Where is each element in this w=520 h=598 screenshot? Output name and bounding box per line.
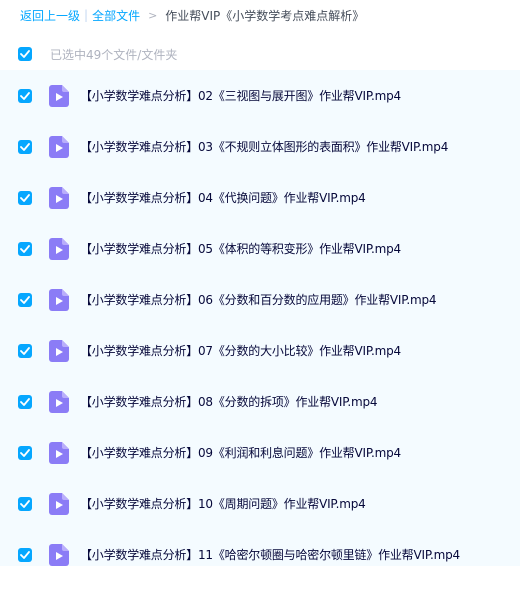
selection-summary: 已选中49个文件/文件夹 [50, 47, 178, 62]
file-name: 【小学数学难点分析】02《三视图与展开图》作业帮VIP.mp4 [80, 89, 401, 103]
file-name: 【小学数学难点分析】03《不规则立体图形的表面积》作业帮VIP.mp4 [80, 140, 449, 154]
video-file-icon [49, 390, 69, 413]
file-list: 【小学数学难点分析】02《三视图与展开图》作业帮VIP.mp4 【小学数学难点分… [0, 70, 520, 566]
file-name: 【小学数学难点分析】09《利润和利息问题》作业帮VIP.mp4 [80, 446, 401, 460]
file-name: 【小学数学难点分析】05《体积的等积变形》作业帮VIP.mp4 [80, 242, 401, 256]
file-checkbox[interactable] [18, 241, 32, 256]
file-name: 【小学数学难点分析】04《代换问题》作业帮VIP.mp4 [80, 191, 366, 205]
video-file-icon [49, 135, 69, 158]
page-bottom-space [0, 566, 520, 598]
file-checkbox[interactable] [18, 547, 32, 562]
file-name: 【小学数学难点分析】06《分数和百分数的应用题》作业帮VIP.mp4 [80, 293, 437, 307]
checkmark-icon [20, 91, 30, 100]
file-checkbox[interactable] [18, 292, 32, 307]
file-checkbox[interactable] [18, 496, 32, 511]
checkmark-icon [20, 550, 30, 559]
select-all-checkbox[interactable] [18, 47, 32, 61]
checkmark-icon [20, 448, 30, 457]
file-row[interactable]: 【小学数学难点分析】07《分数的大小比较》作业帮VIP.mp4 [0, 325, 520, 376]
breadcrumb: 返回上一级 | 全部文件 > 作业帮VIP《小学数学考点难点解析》 [0, 0, 520, 30]
file-row[interactable]: 【小学数学难点分析】10《周期问题》作业帮VIP.mp4 [0, 478, 520, 529]
file-name: 【小学数学难点分析】11《哈密尔顿圈与哈密尔顿里链》作业帮VIP.mp4 [80, 548, 460, 562]
checkmark-icon [20, 346, 30, 355]
file-checkbox[interactable] [18, 88, 32, 103]
file-row[interactable]: 【小学数学难点分析】06《分数和百分数的应用题》作业帮VIP.mp4 [0, 274, 520, 325]
file-checkbox[interactable] [18, 139, 32, 154]
video-file-icon [49, 339, 69, 362]
video-file-icon [49, 288, 69, 311]
chevron-right-icon: > [148, 8, 158, 22]
checkmark-icon [20, 499, 30, 508]
file-checkbox[interactable] [18, 190, 32, 205]
checkmark-icon [20, 50, 30, 58]
video-file-icon [49, 84, 69, 107]
video-file-icon [49, 543, 69, 566]
video-file-icon [49, 237, 69, 260]
file-row[interactable]: 【小学数学难点分析】03《不规则立体图形的表面积》作业帮VIP.mp4 [0, 121, 520, 172]
file-name: 【小学数学难点分析】08《分数的拆项》作业帮VIP.mp4 [80, 395, 378, 409]
video-file-icon [49, 186, 69, 209]
checkmark-icon [20, 295, 30, 304]
video-file-icon [49, 441, 69, 464]
file-row[interactable]: 【小学数学难点分析】02《三视图与展开图》作业帮VIP.mp4 [0, 70, 520, 121]
file-name: 【小学数学难点分析】10《周期问题》作业帮VIP.mp4 [80, 497, 366, 511]
breadcrumb-separator: | [84, 8, 89, 22]
file-row[interactable]: 【小学数学难点分析】04《代换问题》作业帮VIP.mp4 [0, 172, 520, 223]
video-file-icon [49, 492, 69, 515]
file-row[interactable]: 【小学数学难点分析】05《体积的等积变形》作业帮VIP.mp4 [0, 223, 520, 274]
file-row[interactable]: 【小学数学难点分析】08《分数的拆项》作业帮VIP.mp4 [0, 376, 520, 427]
file-checkbox[interactable] [18, 445, 32, 460]
checkmark-icon [20, 397, 30, 406]
file-name: 【小学数学难点分析】07《分数的大小比较》作业帮VIP.mp4 [80, 344, 401, 358]
current-folder-title: 作业帮VIP《小学数学考点难点解析》 [165, 8, 365, 23]
all-files-link[interactable]: 全部文件 [92, 7, 140, 24]
back-link[interactable]: 返回上一级 [20, 7, 80, 24]
checkmark-icon [20, 142, 30, 151]
file-row[interactable]: 【小学数学难点分析】09《利润和利息问题》作业帮VIP.mp4 [0, 427, 520, 478]
checkmark-icon [20, 193, 30, 202]
file-checkbox[interactable] [18, 343, 32, 358]
file-checkbox[interactable] [18, 394, 32, 409]
checkmark-icon [20, 244, 30, 253]
